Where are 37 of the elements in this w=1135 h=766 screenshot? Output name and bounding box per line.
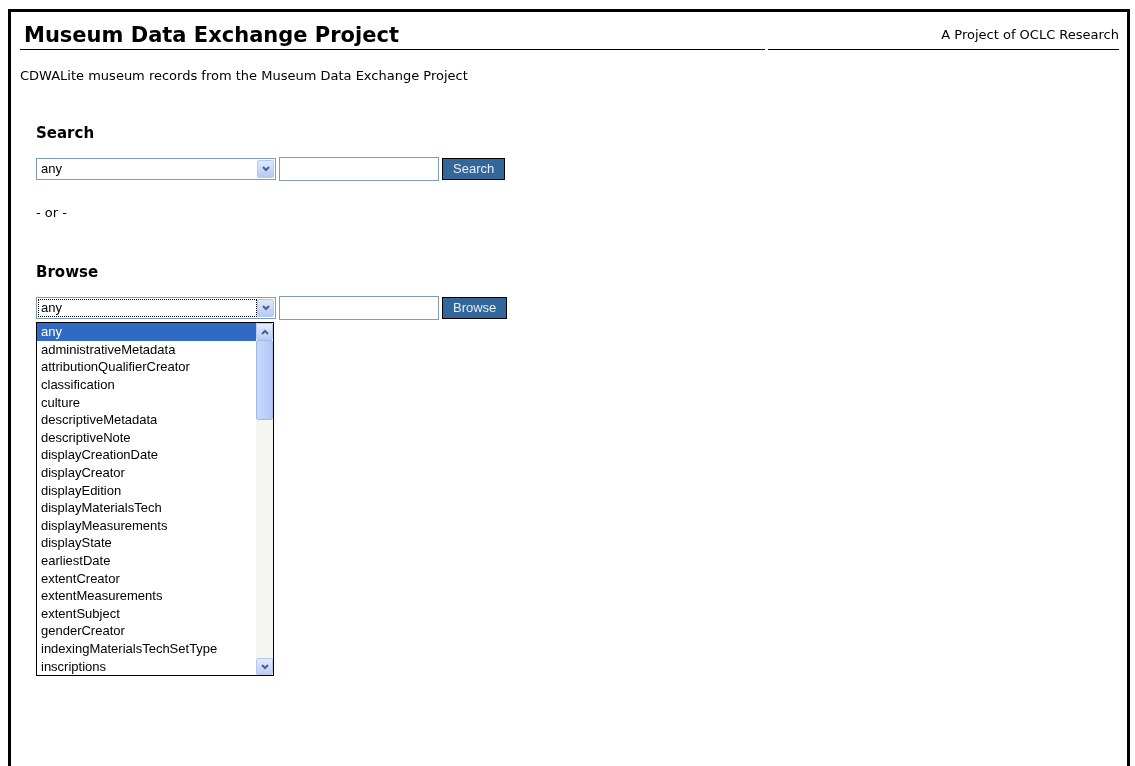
field-select[interactable]: any (36, 297, 276, 320)
dropdown-option[interactable]: displayMaterialsTech (37, 499, 256, 517)
dropdown-option[interactable]: extentSubject (37, 604, 256, 623)
dropdown-option[interactable]: extentCreator (37, 569, 256, 588)
dropdown-option[interactable]: earliestDate (37, 552, 256, 570)
dropdown-option[interactable]: culture (37, 393, 256, 412)
scroll-down-icon (260, 663, 269, 670)
dropdown-option[interactable]: indexingMaterialsTechSetType (37, 640, 256, 658)
dropdown-option[interactable]: displayEdition (37, 481, 256, 500)
dropdown-option[interactable]: attributionQualifierCreator (37, 358, 256, 377)
dropdown-option[interactable]: displayCreationDate (37, 446, 256, 465)
section-heading: Search (36, 123, 95, 142)
search-button[interactable]: Search (442, 158, 506, 181)
scrollbar-thumb[interactable] (256, 340, 273, 421)
scroll-up-icon (260, 328, 269, 335)
browse-button[interactable]: Browse (442, 297, 508, 320)
dropdown-option[interactable]: displayMeasurements (37, 516, 256, 535)
text-input[interactable] (279, 296, 439, 321)
dropdown-option[interactable]: extentMeasurements (37, 587, 256, 605)
dropdown-option[interactable]: inscriptions (37, 657, 256, 676)
page-title: Museum Data Exchange Project (24, 22, 399, 49)
intro-text: CDWALite museum records from the Museum Data Exchange Project (20, 67, 468, 86)
section-heading: Browse (36, 262, 99, 281)
dropdown-option[interactable]: genderCreator (37, 622, 256, 640)
dropdown-option[interactable]: displayCreator (37, 464, 256, 482)
tagline: A Project of OCLC Research (941, 26, 1119, 42)
dropdown-option[interactable]: descriptiveMetadata (37, 411, 256, 429)
dropdown-option[interactable]: administrativeMetadata (37, 340, 256, 359)
scrollbar[interactable] (256, 323, 273, 676)
dropdown-option[interactable]: displayState (37, 534, 256, 552)
dropdown-option[interactable]: any (37, 323, 256, 341)
field-select[interactable]: any (36, 158, 276, 181)
separator-text: - or - (36, 205, 67, 221)
dropdown-option[interactable]: classification (37, 376, 256, 394)
dropdown-list[interactable] (36, 322, 274, 677)
dropdown-option[interactable]: descriptiveNote (37, 428, 256, 447)
text-input[interactable] (279, 157, 439, 182)
